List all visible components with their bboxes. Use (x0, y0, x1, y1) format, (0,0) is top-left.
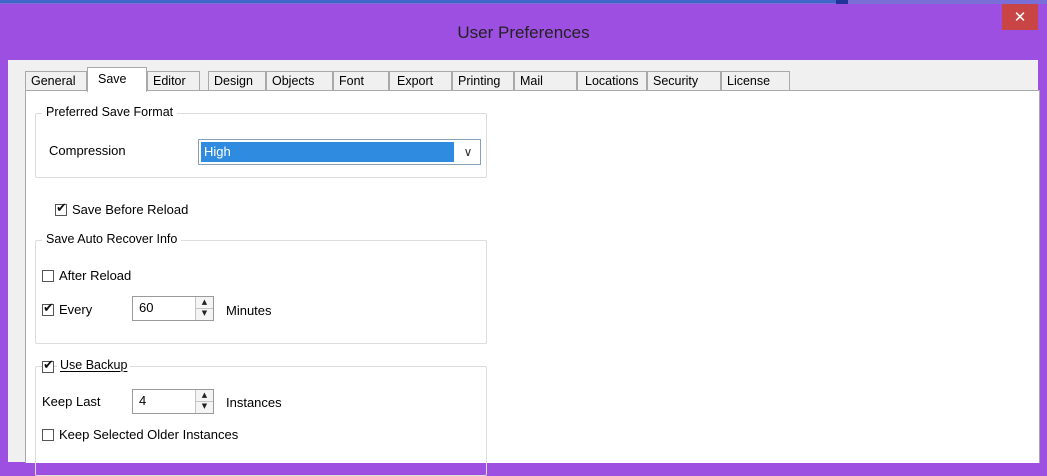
chevron-down-icon[interactable]: ∨ (456, 140, 480, 164)
tab-printing[interactable]: Printing (452, 71, 514, 90)
tab-general[interactable]: General (25, 71, 87, 90)
compression-label: Compression (49, 143, 126, 158)
tab-export[interactable]: Export (389, 71, 452, 90)
spinner-buttons: ▲ ▼ (195, 390, 213, 413)
spinner-buttons: ▲ ▼ (195, 297, 213, 320)
compression-selected-value: High (201, 142, 454, 162)
keep-selected-label[interactable]: Keep Selected Older Instances (59, 427, 238, 442)
minutes-label: Minutes (226, 303, 272, 318)
auto-recover-group: Save Auto Recover Info After Reload ✔ Ev… (35, 232, 487, 344)
tab-page-save: Preferred Save Format Compression High ∨… (25, 90, 1040, 476)
backup-group: ✔ Use Backup Keep Last 4 ▲ ▼ Instances K… (35, 358, 487, 476)
keep-last-label: Keep Last (42, 394, 101, 409)
spin-down-icon[interactable]: ▼ (196, 401, 213, 412)
tab-editor[interactable]: Editor (147, 71, 200, 90)
check-icon: ✔ (43, 301, 54, 316)
every-label[interactable]: Every (59, 302, 92, 317)
auto-recover-legend: Save Auto Recover Info (42, 232, 182, 246)
save-before-reload-label[interactable]: Save Before Reload (72, 202, 188, 217)
keep-last-value[interactable]: 4 (139, 393, 146, 408)
tab-objects[interactable]: Objects (266, 71, 333, 90)
tab-license[interactable]: License (721, 71, 790, 90)
title-bar[interactable]: User Preferences ✕ (0, 4, 1047, 60)
every-minutes-spinner[interactable]: 60 ▲ ▼ (132, 296, 214, 321)
use-backup-label[interactable]: Use Backup (57, 358, 131, 372)
save-before-reload-checkbox[interactable]: ✔ (55, 201, 67, 216)
tab-design[interactable]: Design (208, 71, 266, 90)
close-button[interactable]: ✕ (1002, 4, 1038, 30)
compression-dropdown[interactable]: High ∨ (198, 139, 481, 165)
tab-font[interactable]: Font (333, 71, 389, 90)
window-title: User Preferences (457, 23, 590, 42)
keep-last-spinner[interactable]: 4 ▲ ▼ (132, 389, 214, 414)
spin-down-icon[interactable]: ▼ (196, 308, 213, 319)
keep-selected-checkbox[interactable] (42, 429, 54, 441)
close-icon: ✕ (1013, 8, 1027, 26)
dialog-client-area: General Save Editor Design Objects Font … (8, 60, 1040, 476)
preferred-save-format-legend: Preferred Save Format (42, 105, 178, 119)
tab-locations[interactable]: Locations (577, 71, 647, 90)
check-icon: ✔ (43, 358, 54, 373)
after-reload-checkbox[interactable] (42, 270, 54, 282)
taskbar-strip-blue (0, 0, 840, 3)
preferred-save-format-group: Preferred Save Format Compression High ∨ (35, 105, 487, 178)
tab-save[interactable]: Save (87, 67, 147, 92)
instances-label: Instances (226, 395, 282, 410)
tab-mail[interactable]: Mail (514, 71, 577, 90)
every-minutes-value[interactable]: 60 (139, 300, 153, 315)
after-reload-label[interactable]: After Reload (59, 268, 131, 283)
check-icon: ✔ (56, 201, 67, 216)
use-backup-checkbox[interactable]: ✔ (42, 358, 54, 373)
tab-security[interactable]: Security (647, 71, 721, 90)
every-checkbox[interactable]: ✔ (42, 301, 54, 316)
